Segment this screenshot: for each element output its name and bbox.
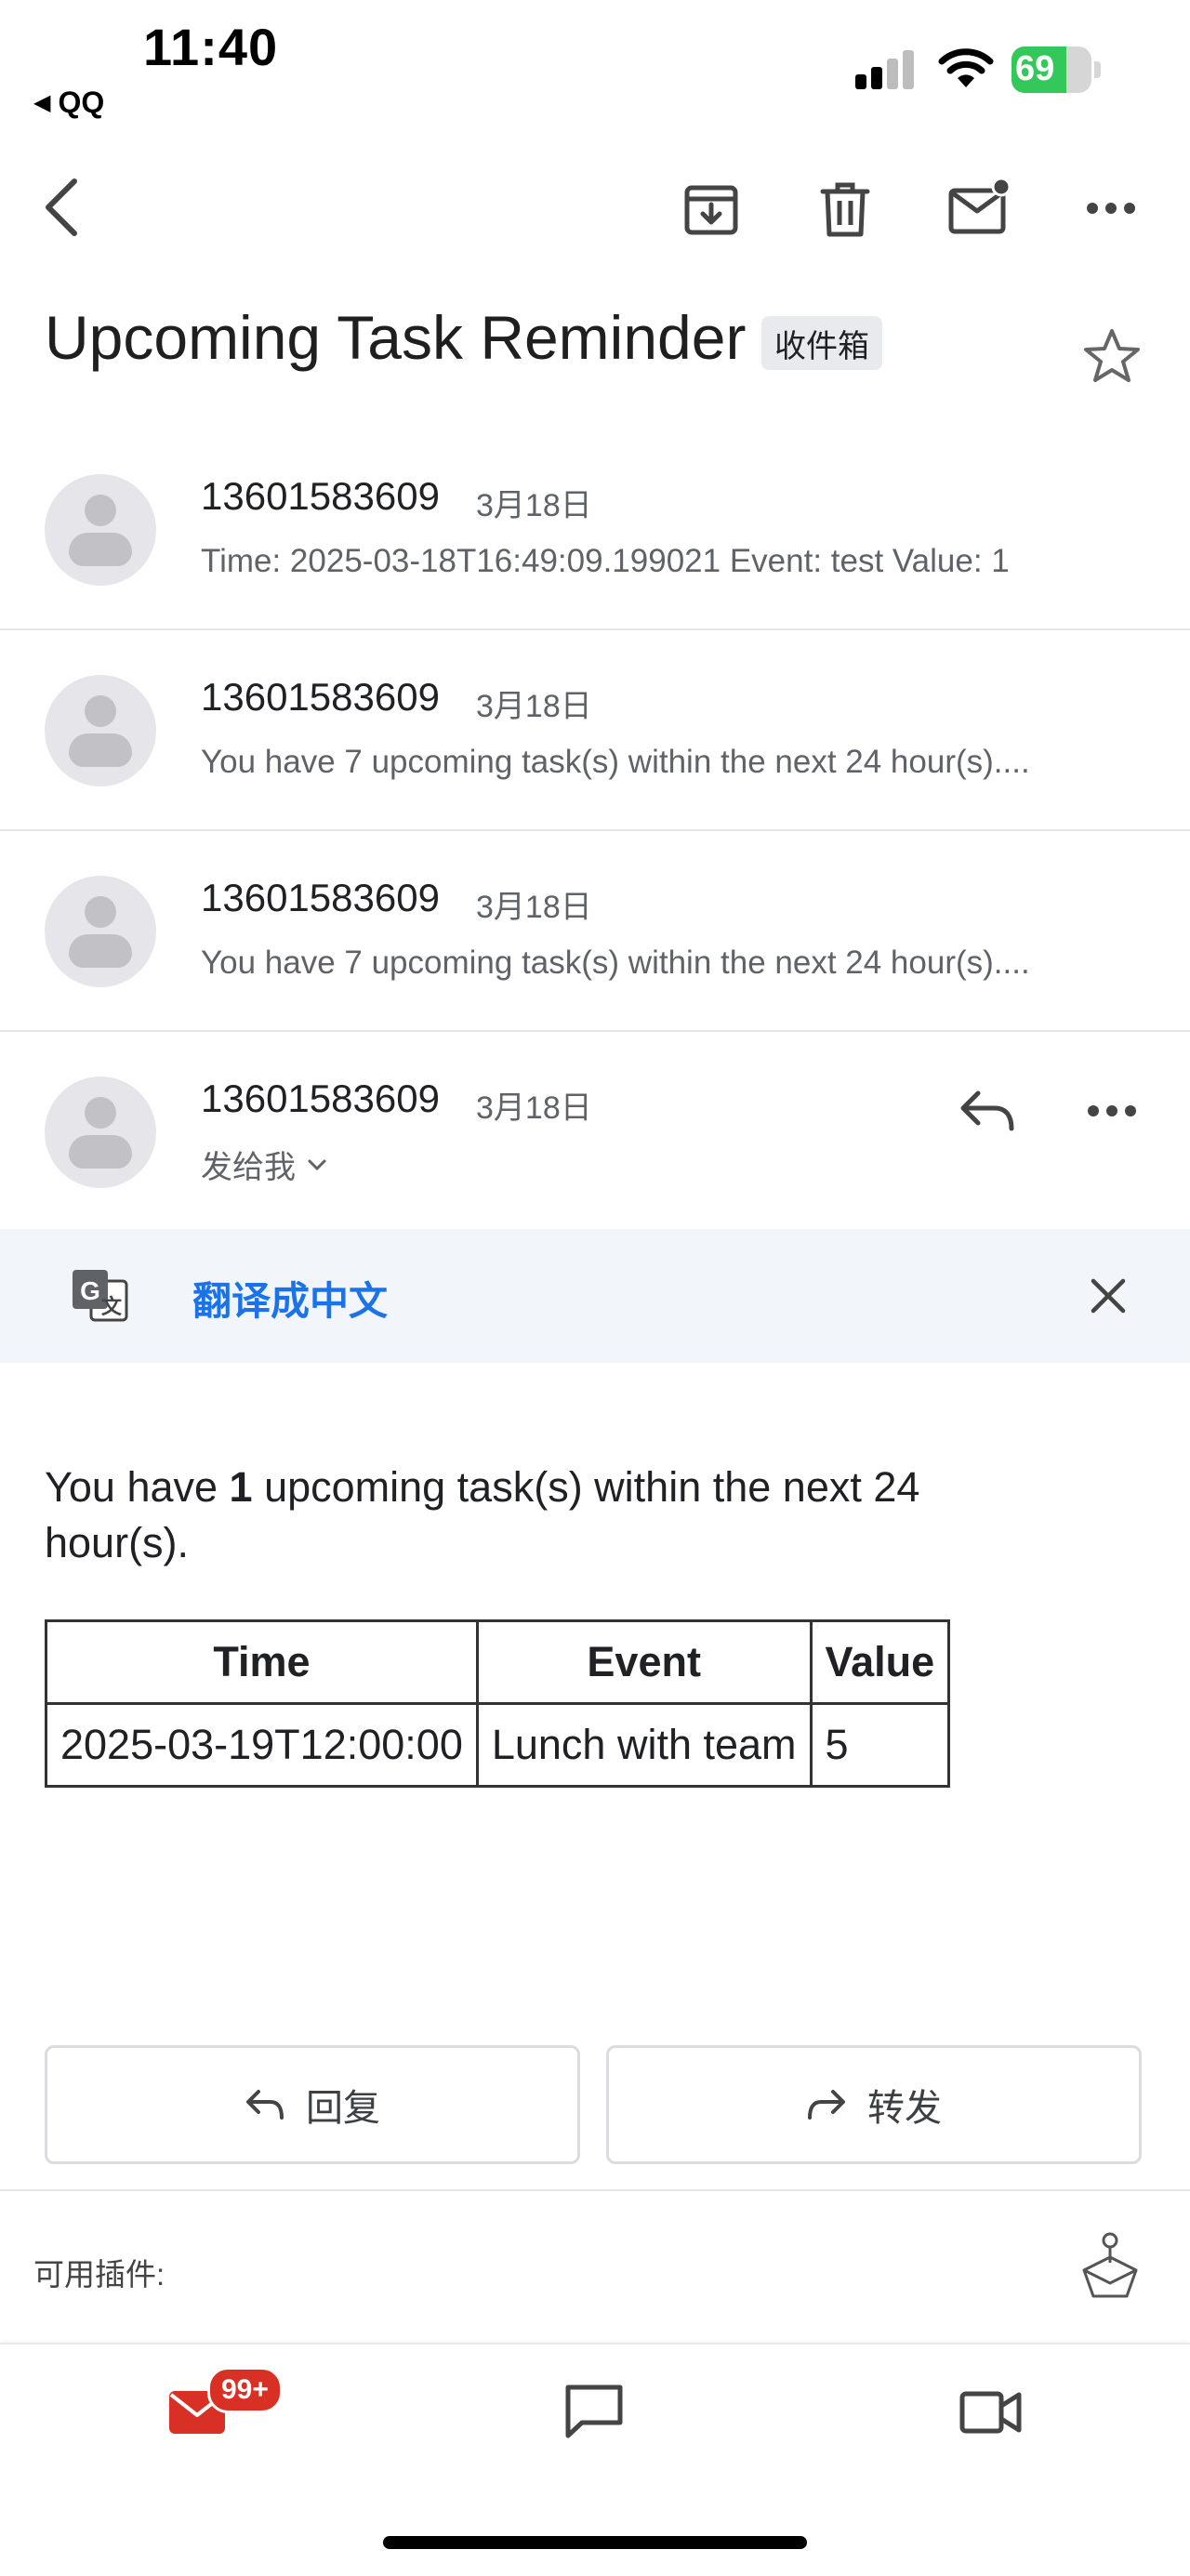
battery-percentage: 69 (1015, 49, 1055, 88)
open-message-header: 13601583609 3月18日 发给我 (0, 1032, 1190, 1229)
thread-message[interactable]: 13601583609 3月18日 Time: 2025-03-18T16:49… (0, 429, 1190, 630)
chevron-down-icon (307, 1158, 327, 1171)
cell-event: Lunch with team (475, 1702, 813, 1788)
header-event: Event (475, 1619, 813, 1705)
close-icon[interactable] (1090, 1277, 1127, 1314)
message-more-icon[interactable] (1088, 1104, 1136, 1117)
thread-message[interactable]: 13601583609 3月18日 You have 7 upcoming ta… (0, 831, 1190, 1032)
reply-icon[interactable] (958, 1090, 1017, 1132)
tasks-table: Time Event Value 2025-03-19T12:00:00 Lun… (45, 1619, 951, 1788)
header-time: Time (45, 1619, 479, 1705)
message-snippet: You have 7 upcoming task(s) within the n… (201, 945, 1030, 981)
message-date: 3月18日 (476, 689, 592, 724)
translate-link[interactable]: 翻译成中文 (192, 1270, 388, 1327)
message-snippet: You have 7 upcoming task(s) within the n… (201, 744, 1030, 780)
sender-name: 13601583609 (201, 675, 440, 719)
sender-name: 13601583609 (201, 876, 440, 919)
email-subject: Upcoming Task Reminder (45, 303, 747, 372)
svg-text:G: G (80, 1276, 100, 1305)
thread-message[interactable]: 13601583609 3月18日 You have 7 upcoming ta… (0, 630, 1190, 831)
avatar (45, 876, 156, 987)
delete-icon[interactable] (813, 177, 878, 242)
message-body-text: You have 1 upcoming task(s) within the n… (45, 1463, 920, 1566)
message-date: 3月18日 (476, 890, 592, 925)
avatar (45, 1077, 156, 1188)
message-date: 3月18日 (476, 1090, 592, 1126)
archive-icon[interactable] (679, 177, 744, 242)
forward-button[interactable]: 转发 (606, 2045, 1142, 2164)
divider (0, 2189, 1190, 2191)
header-value: Value (809, 1619, 951, 1705)
back-to-app-link[interactable]: ◀ QQ (33, 86, 104, 120)
sender-name: 13601583609 (201, 1077, 440, 1120)
more-icon[interactable] (1078, 182, 1144, 234)
unread-badge: 99+ (207, 2367, 283, 2413)
reply-label: 回复 (306, 2088, 380, 2129)
chat-icon[interactable] (563, 2382, 625, 2441)
message-snippet: Time: 2025-03-18T16:49:09.199021 Event: … (201, 543, 1010, 579)
table-header-row: Time Event Value (45, 1619, 951, 1705)
inbox-label-chip[interactable]: 收件箱 (761, 316, 882, 370)
back-triangle-icon: ◀ (33, 90, 51, 115)
home-indicator (383, 2536, 807, 2549)
reply-button[interactable]: 回复 (45, 2045, 580, 2164)
avatar (45, 675, 156, 786)
plugins-label: 可用插件: (33, 2257, 165, 2292)
cellular-signal-icon (853, 48, 917, 91)
wifi-icon (937, 46, 995, 89)
video-icon[interactable] (959, 2389, 1023, 2436)
star-icon[interactable] (1082, 327, 1142, 385)
forward-label: 转发 (867, 2088, 942, 2129)
forward-arrow-icon (806, 2089, 847, 2120)
avatar (45, 474, 156, 586)
recipient-label: 发给我 (201, 1150, 296, 1185)
task-count: 1 (229, 1463, 253, 1511)
sender-name: 13601583609 (201, 474, 440, 518)
svg-text:文: 文 (101, 1295, 123, 1319)
cell-value: 5 (809, 1702, 951, 1788)
status-time: 11:40 (143, 18, 279, 76)
back-app-label: QQ (58, 86, 105, 119)
message-date: 3月18日 (476, 488, 592, 523)
translate-icon: G 文 (71, 1268, 130, 1324)
cell-time: 2025-03-19T12:00:00 (45, 1702, 479, 1788)
recipient-toggle[interactable]: 发给我 (201, 1142, 327, 1187)
table-row: 2025-03-19T12:00:00 Lunch with team 5 (45, 1702, 951, 1788)
add-plugin-icon[interactable] (1078, 2229, 1140, 2302)
mark-unread-icon[interactable] (945, 173, 1015, 242)
battery-indicator: 69 (1012, 46, 1101, 93)
translate-banner: G 文 翻译成中文 (0, 1229, 1190, 1363)
reply-arrow-icon (245, 2089, 285, 2120)
back-arrow-icon[interactable] (33, 173, 89, 242)
